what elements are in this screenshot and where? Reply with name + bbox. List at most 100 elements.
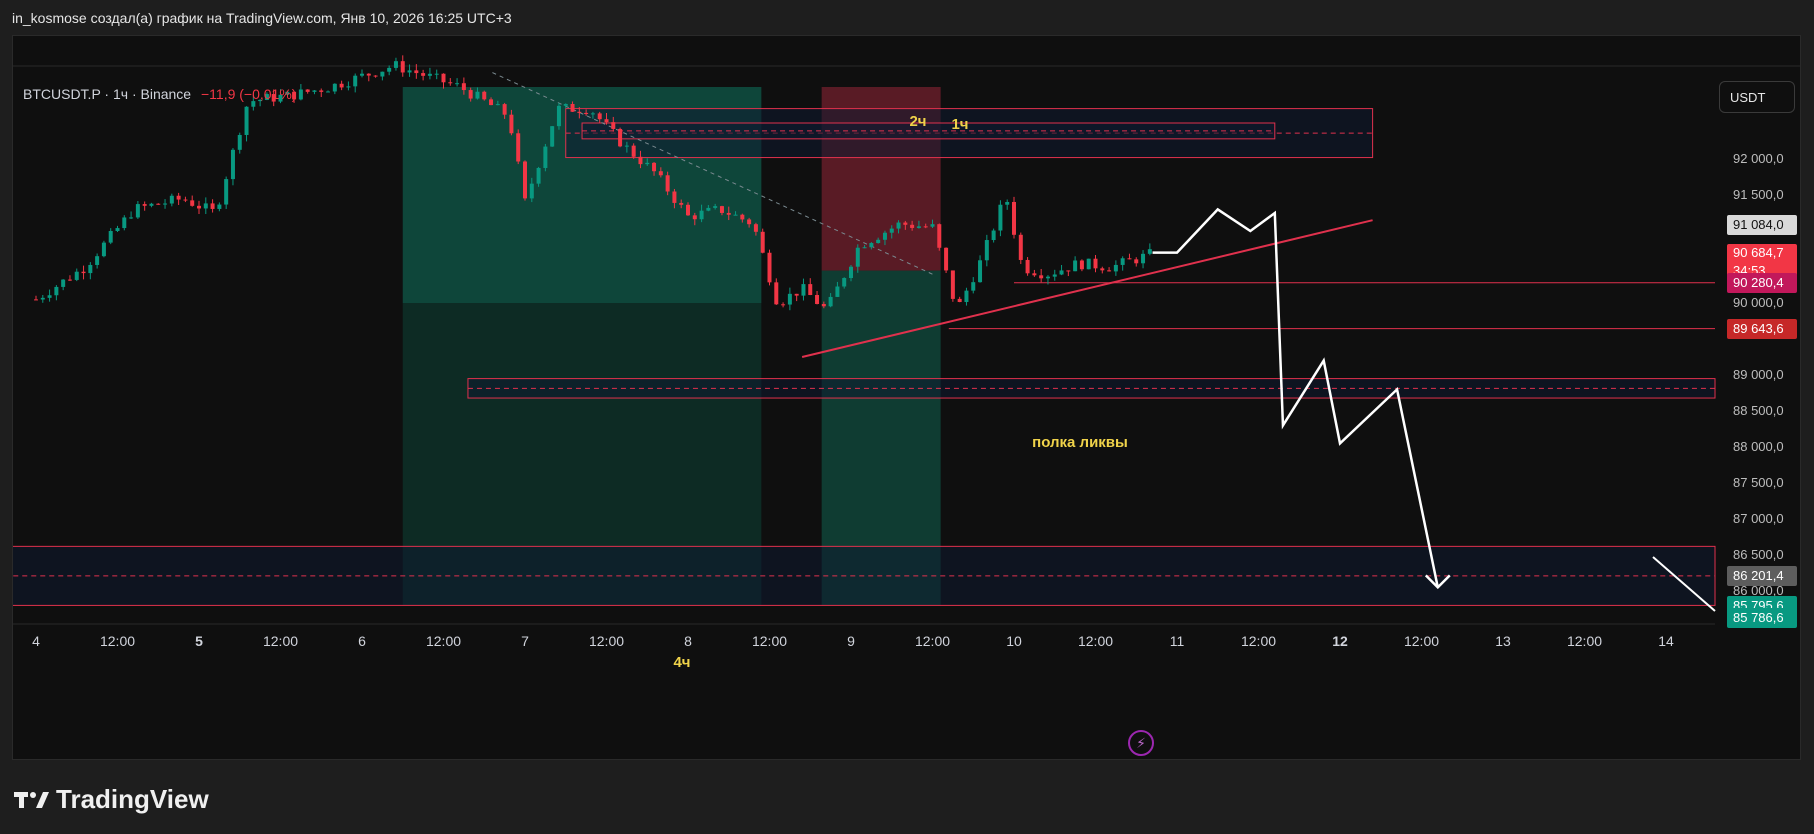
candle-body <box>169 195 174 204</box>
candle-body <box>40 297 45 300</box>
candle-body <box>523 161 527 199</box>
candle-body <box>719 206 724 213</box>
candle-body <box>190 200 195 206</box>
candle-body <box>156 203 161 205</box>
price-tag-value: 91 084,0 <box>1733 216 1784 232</box>
candle-body <box>1120 258 1125 265</box>
candle-body <box>1052 274 1057 277</box>
candle-body <box>767 252 772 283</box>
price-tag-value: 85 786,6 <box>1733 610 1784 626</box>
candle-body <box>855 247 860 267</box>
candle-body <box>618 128 623 147</box>
candle-body <box>298 89 303 100</box>
time-axis-label: 12:00 <box>751 633 788 649</box>
price-axis-label: 86 500,0 <box>1733 547 1784 562</box>
symbol-change: −11,9 (−0,01%) <box>200 86 297 102</box>
candle-body <box>101 242 106 257</box>
price-axis-label: 87 000,0 <box>1733 511 1784 526</box>
candle-body <box>828 296 833 307</box>
candle-body <box>210 203 215 209</box>
candle-body <box>563 103 568 106</box>
logo-text: TradingView <box>56 784 209 814</box>
candle-body <box>889 228 894 233</box>
candle-body <box>760 231 765 253</box>
candle-body <box>699 210 704 220</box>
price-axis-label: 88 000,0 <box>1733 439 1784 454</box>
candle-body <box>441 73 446 83</box>
candle-body <box>733 214 738 216</box>
candle-body <box>414 70 419 74</box>
symbol-legend: BTCUSDT.P · 1ч · Binance −11,9 (−0,01%) <box>23 86 296 102</box>
candle-body <box>67 279 72 281</box>
price-chart[interactable]: 2ч 1ч полка ликвы 4ч <box>13 36 1801 760</box>
time-axis-label: 12:00 <box>1077 633 1114 649</box>
candle-body <box>475 91 480 99</box>
candle-body <box>1005 201 1010 205</box>
candle-body <box>550 126 555 147</box>
time-axis-label: 12:00 <box>914 633 951 649</box>
candle-body <box>1039 275 1044 279</box>
candle-body <box>536 167 541 184</box>
candle-body <box>794 293 799 296</box>
candle-body <box>224 179 229 205</box>
price-tag: 85 786,6 <box>1727 608 1797 629</box>
candle-body <box>903 222 908 225</box>
candle-body <box>665 175 670 192</box>
currency-button[interactable]: USDT <box>1719 81 1795 113</box>
candle-body <box>740 214 745 220</box>
candle-body <box>230 149 235 180</box>
price-tag: 90 280,4 <box>1727 272 1797 293</box>
candle-body <box>923 226 928 228</box>
candle-body <box>332 83 337 92</box>
candle-body <box>910 224 915 228</box>
candle-body <box>1045 276 1050 279</box>
candle-body <box>163 203 168 205</box>
candle-body <box>183 199 188 201</box>
candle-body <box>584 112 589 115</box>
candle-body <box>339 83 344 88</box>
candle-body <box>570 103 575 112</box>
candle-body <box>88 264 93 274</box>
tradingview-logo[interactable]: TradingView <box>14 784 209 815</box>
candle-body <box>706 207 711 211</box>
time-axis-label: 12:00 <box>262 633 299 649</box>
candle-body <box>47 295 52 298</box>
candle-body <box>842 278 847 287</box>
lightning-icon[interactable]: ⚡ <box>1128 730 1154 756</box>
candle-body <box>882 232 887 240</box>
candle-body <box>448 82 453 84</box>
time-axis-label: 5 <box>195 633 203 649</box>
candle-body <box>312 90 317 92</box>
candle-body <box>597 113 602 120</box>
candle-body <box>937 224 942 248</box>
candle-body <box>964 290 969 303</box>
time-axis-label: 11 <box>1169 633 1185 649</box>
candle-body <box>129 217 134 219</box>
candle-body <box>611 122 616 129</box>
price-axis-label: 89 000,0 <box>1733 367 1784 382</box>
zone-label-1h: 1ч <box>951 116 968 133</box>
candle-body <box>1134 259 1139 264</box>
price-tag-value: 90 280,4 <box>1733 274 1784 290</box>
candle-body <box>61 279 66 287</box>
time-axis-label: 14 <box>1658 633 1674 649</box>
candle-body <box>930 224 935 227</box>
tradingview-logo-icon <box>14 791 49 808</box>
candle-body <box>747 219 752 225</box>
time-axis-label: 12:00 <box>1403 633 1440 649</box>
candle-body <box>461 83 466 91</box>
candle-body <box>624 145 629 147</box>
chart-panel[interactable]: 2ч 1ч полка ликвы 4ч BTCUSDT.P · 1ч · Binan… <box>12 35 1801 760</box>
time-axis-label: 12:00 <box>588 633 625 649</box>
price-tag: 91 084,0 <box>1727 214 1797 235</box>
candle-body <box>556 105 561 127</box>
candle-body <box>482 91 487 100</box>
candle-body <box>1113 264 1118 272</box>
candle-body <box>944 247 949 271</box>
price-axis-label: 91 500,0 <box>1733 187 1784 202</box>
candle-body <box>400 61 405 73</box>
candle-body <box>305 89 310 92</box>
candle-body <box>686 204 690 216</box>
candle-body <box>1093 258 1098 269</box>
zone-label-2h: 2ч <box>909 113 926 130</box>
